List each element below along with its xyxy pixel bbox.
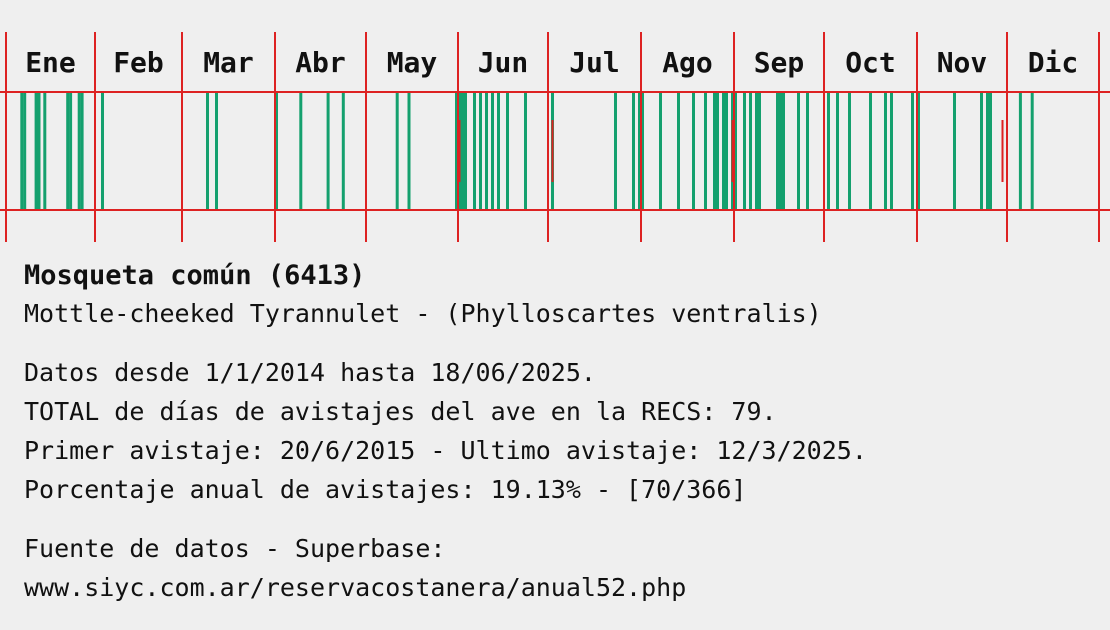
sighting-bar-65 [1018, 92, 1022, 210]
sighting-bars [20, 92, 1034, 210]
species-scientific-name: Mottle-cheeked Tyrannulet - (Phylloscart… [24, 299, 822, 328]
sighting-bar-47 [758, 92, 761, 210]
species-title: Mosqueta común (6413) [24, 260, 366, 291]
sighting-bar-21 [464, 92, 467, 210]
sighting-bar-22 [473, 92, 476, 210]
sighting-bar-20 [461, 92, 464, 210]
total-days-text: TOTAL de días de avistajes del ave en la… [24, 397, 777, 426]
month-label-ago: Ago [662, 46, 713, 79]
sighting-bar-8 [80, 92, 84, 210]
sighting-bar-62 [980, 92, 983, 210]
sighting-bar-50 [782, 92, 785, 210]
sighting-bar-54 [836, 92, 839, 210]
sighting-bar-16 [395, 92, 399, 210]
month-label-may: May [387, 46, 438, 79]
sighting-bar-49 [779, 92, 782, 210]
sighting-bar-64 [989, 92, 992, 210]
sighting-bar-35 [677, 92, 680, 210]
sighting-bar-37 [704, 92, 707, 210]
sighting-bar-55 [848, 92, 851, 210]
sighting-bar-52 [806, 92, 809, 210]
sighting-bar-25 [491, 92, 494, 210]
sighting-bar-0 [20, 92, 24, 210]
sighting-bar-39 [716, 92, 719, 210]
annual-sightings-chart: Ene Feb Mar Abr May Jun Jul Ago Sep Oct Nov Dic [0, 32, 1110, 242]
sighting-bar-34 [659, 92, 662, 210]
sighting-bar-4 [43, 92, 47, 210]
month-labels: Ene Feb Mar Abr May Jun Jul Ago Sep Oct Nov Dic [25, 46, 1078, 79]
highlight-mark-1 [551, 120, 554, 182]
sighting-bar-40 [722, 92, 725, 210]
highlight-mark-3 [1001, 120, 1004, 182]
sighting-bar-10 [206, 92, 209, 210]
month-label-abr: Abr [295, 46, 346, 79]
annual-percentage-text: Porcentaje anual de avistajes: 19.13% - … [24, 475, 747, 504]
data-range-text: Datos desde 1/1/2014 hasta 18/06/2025. [24, 358, 596, 387]
sighting-bar-36 [692, 92, 695, 210]
month-label-jul: Jul [569, 46, 620, 79]
sighting-bar-63 [986, 92, 989, 210]
sighting-bar-57 [884, 92, 887, 210]
sighting-bar-23 [479, 92, 482, 210]
species-info: Mosqueta común (6413) Mottle-cheeked Tyr… [24, 258, 1104, 607]
sighting-bar-31 [632, 92, 635, 210]
month-label-feb: Feb [113, 46, 164, 79]
data-source-text: Fuente de datos - Superbase: [24, 534, 446, 563]
data-source-url: www.siyc.com.ar/reservacostanera/anual52… [24, 573, 687, 602]
sighting-bar-48 [776, 92, 779, 210]
sighting-bar-17 [407, 92, 411, 210]
sighting-bar-66 [1030, 92, 1034, 210]
sighting-bar-61 [953, 92, 956, 210]
month-label-ene: Ene [25, 46, 76, 79]
month-label-sep: Sep [754, 46, 805, 79]
sighting-bar-9 [101, 92, 104, 210]
month-label-dic: Dic [1028, 46, 1079, 79]
sighting-bar-15 [341, 92, 345, 210]
sighting-bar-5 [66, 92, 70, 210]
sighting-bar-45 [749, 92, 752, 210]
sighting-bar-41 [725, 92, 728, 210]
sighting-bar-28 [524, 92, 527, 210]
first-last-sighting-text: Primer avistaje: 20/6/2015 - Ultimo avis… [24, 436, 867, 465]
sighting-bar-59 [911, 92, 914, 210]
sighting-bar-58 [890, 92, 893, 210]
sighting-bar-3 [37, 92, 41, 210]
month-label-jun: Jun [478, 46, 529, 79]
month-label-nov: Nov [937, 46, 988, 79]
sighting-bar-14 [326, 92, 330, 210]
month-label-mar: Mar [203, 46, 254, 79]
sighting-bar-51 [797, 92, 800, 210]
sighting-bar-6 [69, 92, 73, 210]
sighting-bar-53 [827, 92, 830, 210]
sighting-bar-30 [614, 92, 617, 210]
sighting-bar-2 [34, 92, 38, 210]
sighting-bar-38 [713, 92, 716, 210]
sighting-bar-24 [485, 92, 488, 210]
month-label-oct: Oct [845, 46, 896, 79]
sighting-bar-11 [215, 92, 218, 210]
sighting-bar-46 [755, 92, 758, 210]
sighting-bar-26 [497, 92, 500, 210]
sighting-bar-1 [23, 92, 27, 210]
sighting-bar-56 [869, 92, 872, 210]
sighting-bar-7 [77, 92, 81, 210]
sighting-bar-44 [743, 92, 746, 210]
sighting-bar-13 [299, 92, 303, 210]
sighting-bar-27 [506, 92, 509, 210]
